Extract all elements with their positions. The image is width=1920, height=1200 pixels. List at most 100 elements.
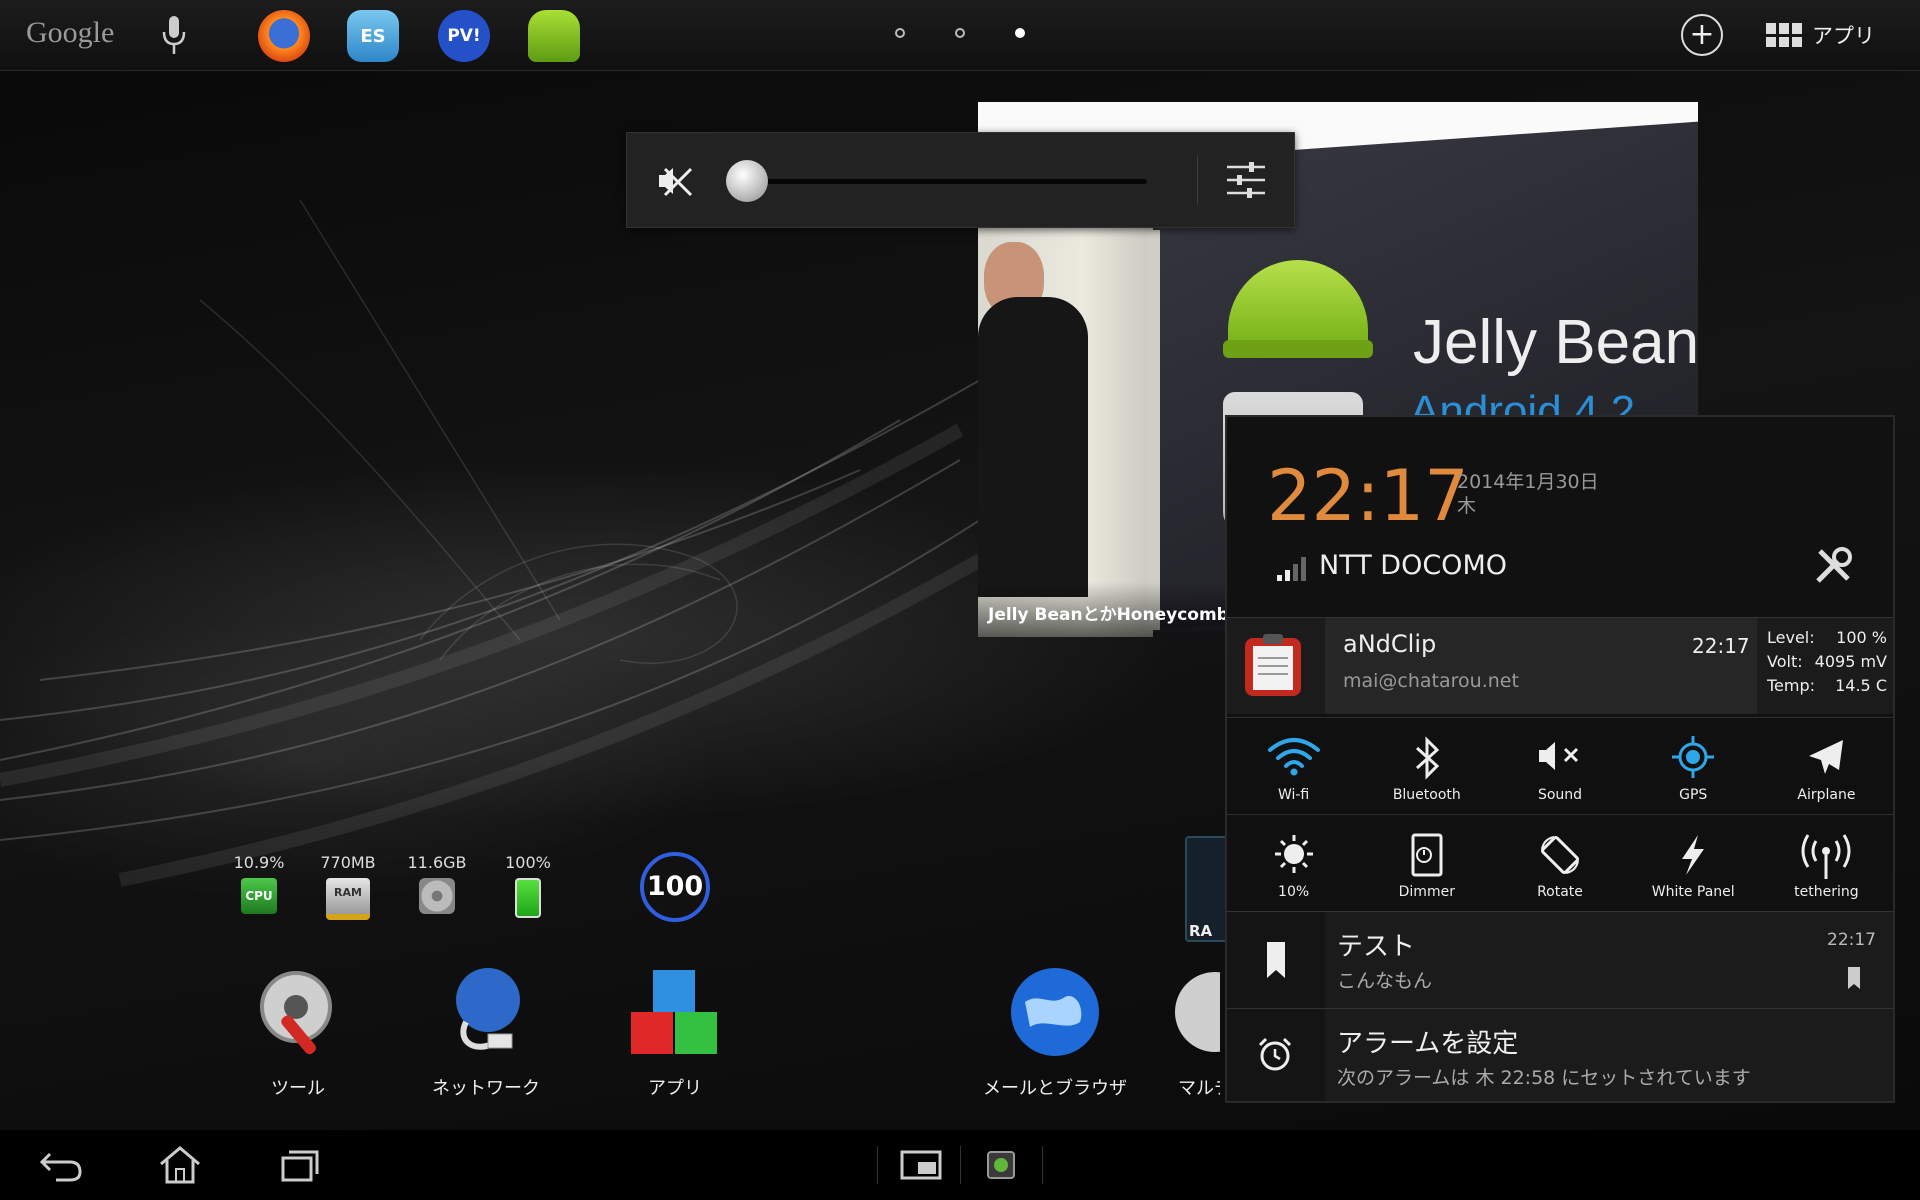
quick-toggle-sound[interactable]: Sound — [1493, 718, 1626, 814]
es-file-explorer-icon[interactable]: ES — [347, 10, 399, 62]
notification-subtitle: こんなもん — [1337, 970, 1433, 992]
gps-icon — [1672, 736, 1715, 778]
add-widget-icon[interactable]: + — [1681, 14, 1723, 56]
battery-charging-icon — [515, 878, 541, 918]
battery-level-row: Level: 100 % — [1767, 628, 1887, 647]
quick-toggle-brightness[interactable]: 10% — [1227, 815, 1360, 911]
dock-app-apps[interactable]: アプリ — [595, 962, 755, 1100]
quick-toggle-label: 10% — [1278, 884, 1310, 900]
apps-cubes-icon — [631, 970, 717, 1054]
alarm-notification[interactable]: アラームを設定 次のアラームは 木 22:58 にセットされています — [1227, 1008, 1893, 1101]
firefox-icon[interactable] — [258, 10, 310, 62]
dock-app-label: マルチ — [1178, 1078, 1220, 1099]
google-search-logo[interactable]: Google — [26, 16, 114, 50]
notification-panel: 22:17 2014年1月30日 木 NTT DOCOMO aNdClip ma… — [1225, 415, 1895, 1103]
system-navigation-bar — [0, 1130, 1920, 1200]
quick-toggle-label: White Panel — [1651, 884, 1735, 900]
quick-toggle-bluetooth[interactable]: Bluetooth — [1360, 718, 1493, 814]
volume-popup — [626, 132, 1295, 228]
all-apps-label: アプリ — [1812, 24, 1875, 48]
back-icon[interactable] — [36, 1142, 86, 1188]
quick-toggle-label: GPS — [1679, 787, 1708, 803]
ram-icon: RAM — [326, 878, 370, 920]
battery-voltage-row: Volt: 4095 mV — [1767, 652, 1887, 671]
notification-title: aNdClip — [1343, 630, 1437, 658]
cpu-widget[interactable]: 10.9% CPU — [224, 853, 294, 914]
page-indicator-2[interactable] — [955, 28, 965, 38]
recent-apps-icon[interactable] — [275, 1142, 325, 1188]
andclip-notification[interactable]: aNdClip mai@chatarou.net 22:17 Level: 100… — [1227, 617, 1893, 714]
notification-subtitle: mai@chatarou.net — [1343, 670, 1519, 692]
quick-toggle-white-panel[interactable]: White Panel — [1627, 815, 1760, 911]
presenter-figure — [978, 297, 1088, 597]
small-bookmark-icon — [1848, 967, 1860, 989]
all-apps-button[interactable]: アプリ — [1766, 20, 1875, 50]
notification-clock[interactable]: 22:17 — [1267, 455, 1469, 537]
dock-app-label: アプリ — [648, 1078, 702, 1099]
quick-toggle-label: Rotate — [1537, 884, 1583, 900]
dock-app-multimedia[interactable]: マルチ — [1160, 962, 1220, 1100]
rotate-icon — [1540, 835, 1580, 875]
notification-subtitle: 次のアラームは 木 22:58 にセットされています — [1337, 1067, 1751, 1089]
quick-toggle-label: tethering — [1794, 884, 1859, 900]
dock-app-tools[interactable]: ツール — [218, 962, 378, 1100]
volume-slider-thumb[interactable] — [726, 160, 768, 202]
page-indicator-3-active[interactable] — [1015, 28, 1025, 38]
quick-toggle-label: Wi-fi — [1277, 787, 1310, 803]
voice-search-mic-icon[interactable] — [160, 14, 188, 58]
quick-toggle-label: Airplane — [1797, 787, 1856, 803]
network-icon — [456, 968, 520, 1050]
storage-widget[interactable]: 11.6GB — [402, 853, 472, 914]
tools-icon — [260, 971, 332, 1055]
globe-icon — [1011, 968, 1099, 1056]
brightness-icon — [1274, 835, 1313, 873]
quick-toggle-dimmer[interactable]: Dimmer — [1360, 815, 1493, 911]
ram-usage-value: 770MB — [320, 853, 376, 872]
airplane-icon — [1809, 740, 1844, 774]
dock-app-label: ツール — [271, 1078, 325, 1099]
storage-usage-value: 11.6GB — [407, 853, 467, 872]
signal-strength-icon — [1277, 557, 1306, 581]
notification-date: 2014年1月30日 — [1457, 471, 1599, 493]
apps-grid-icon — [1766, 23, 1802, 47]
clipboard-icon — [1245, 634, 1301, 696]
quick-toggle-rotate[interactable]: Rotate — [1493, 815, 1626, 911]
quick-settings-row-2: 10% Dimmer Rotate White Panel tethering — [1227, 814, 1893, 911]
battery-circle-widget[interactable]: 100 — [640, 852, 710, 922]
battery-level-value: 100% — [505, 853, 551, 872]
quick-toggle-airplane[interactable]: Airplane — [1760, 718, 1893, 814]
android-app-icon[interactable] — [528, 10, 580, 62]
page-indicator-1[interactable] — [895, 28, 905, 38]
quick-toggle-wifi[interactable]: Wi-fi — [1227, 718, 1360, 814]
quick-toggle-gps[interactable]: GPS — [1627, 718, 1760, 814]
notification-time: 22:17 — [1827, 930, 1876, 950]
partial-widget[interactable]: RA — [1185, 836, 1229, 942]
notification-time: 22:17 — [1692, 634, 1750, 658]
small-apps-window-icon[interactable] — [896, 1142, 946, 1188]
quick-toggle-tethering[interactable]: tethering — [1760, 815, 1893, 911]
multimedia-icon — [1175, 972, 1220, 1052]
cpu-usage-value: 10.9% — [233, 853, 285, 872]
dock-app-network[interactable]: ネットワーク — [406, 962, 566, 1100]
bookmark-icon — [1267, 942, 1285, 978]
small-app-shortcut-icon[interactable] — [976, 1142, 1026, 1188]
equalizer-settings-icon[interactable] — [1225, 161, 1267, 199]
pv-icon[interactable]: PV! — [438, 10, 490, 62]
home-icon[interactable] — [155, 1142, 205, 1188]
settings-tools-icon[interactable] — [1812, 545, 1854, 587]
news-caption[interactable]: Jelly BeanとかHoneycombと — [988, 600, 1246, 625]
home-top-bar: Google ES PV! + アプリ — [0, 0, 1920, 71]
battery-widget[interactable]: 100% — [493, 853, 563, 918]
news-image-title: Jelly Bean — [1413, 308, 1698, 377]
flash-icon — [1682, 835, 1705, 875]
wifi-icon — [1267, 738, 1320, 776]
mute-speaker-icon[interactable] — [655, 161, 695, 201]
alarm-clock-icon — [1258, 1037, 1292, 1071]
dock-app-mail-browser[interactable]: メールとブラウザ — [975, 962, 1135, 1100]
notification-title: テスト — [1337, 932, 1416, 962]
volume-slider-track[interactable] — [747, 179, 1147, 184]
test-notification[interactable]: テスト こんなもん 22:17 — [1227, 911, 1893, 1008]
ram-widget[interactable]: 770MB RAM — [313, 853, 383, 920]
sound-muted-icon — [1539, 742, 1579, 770]
cpu-icon: CPU — [241, 878, 277, 914]
